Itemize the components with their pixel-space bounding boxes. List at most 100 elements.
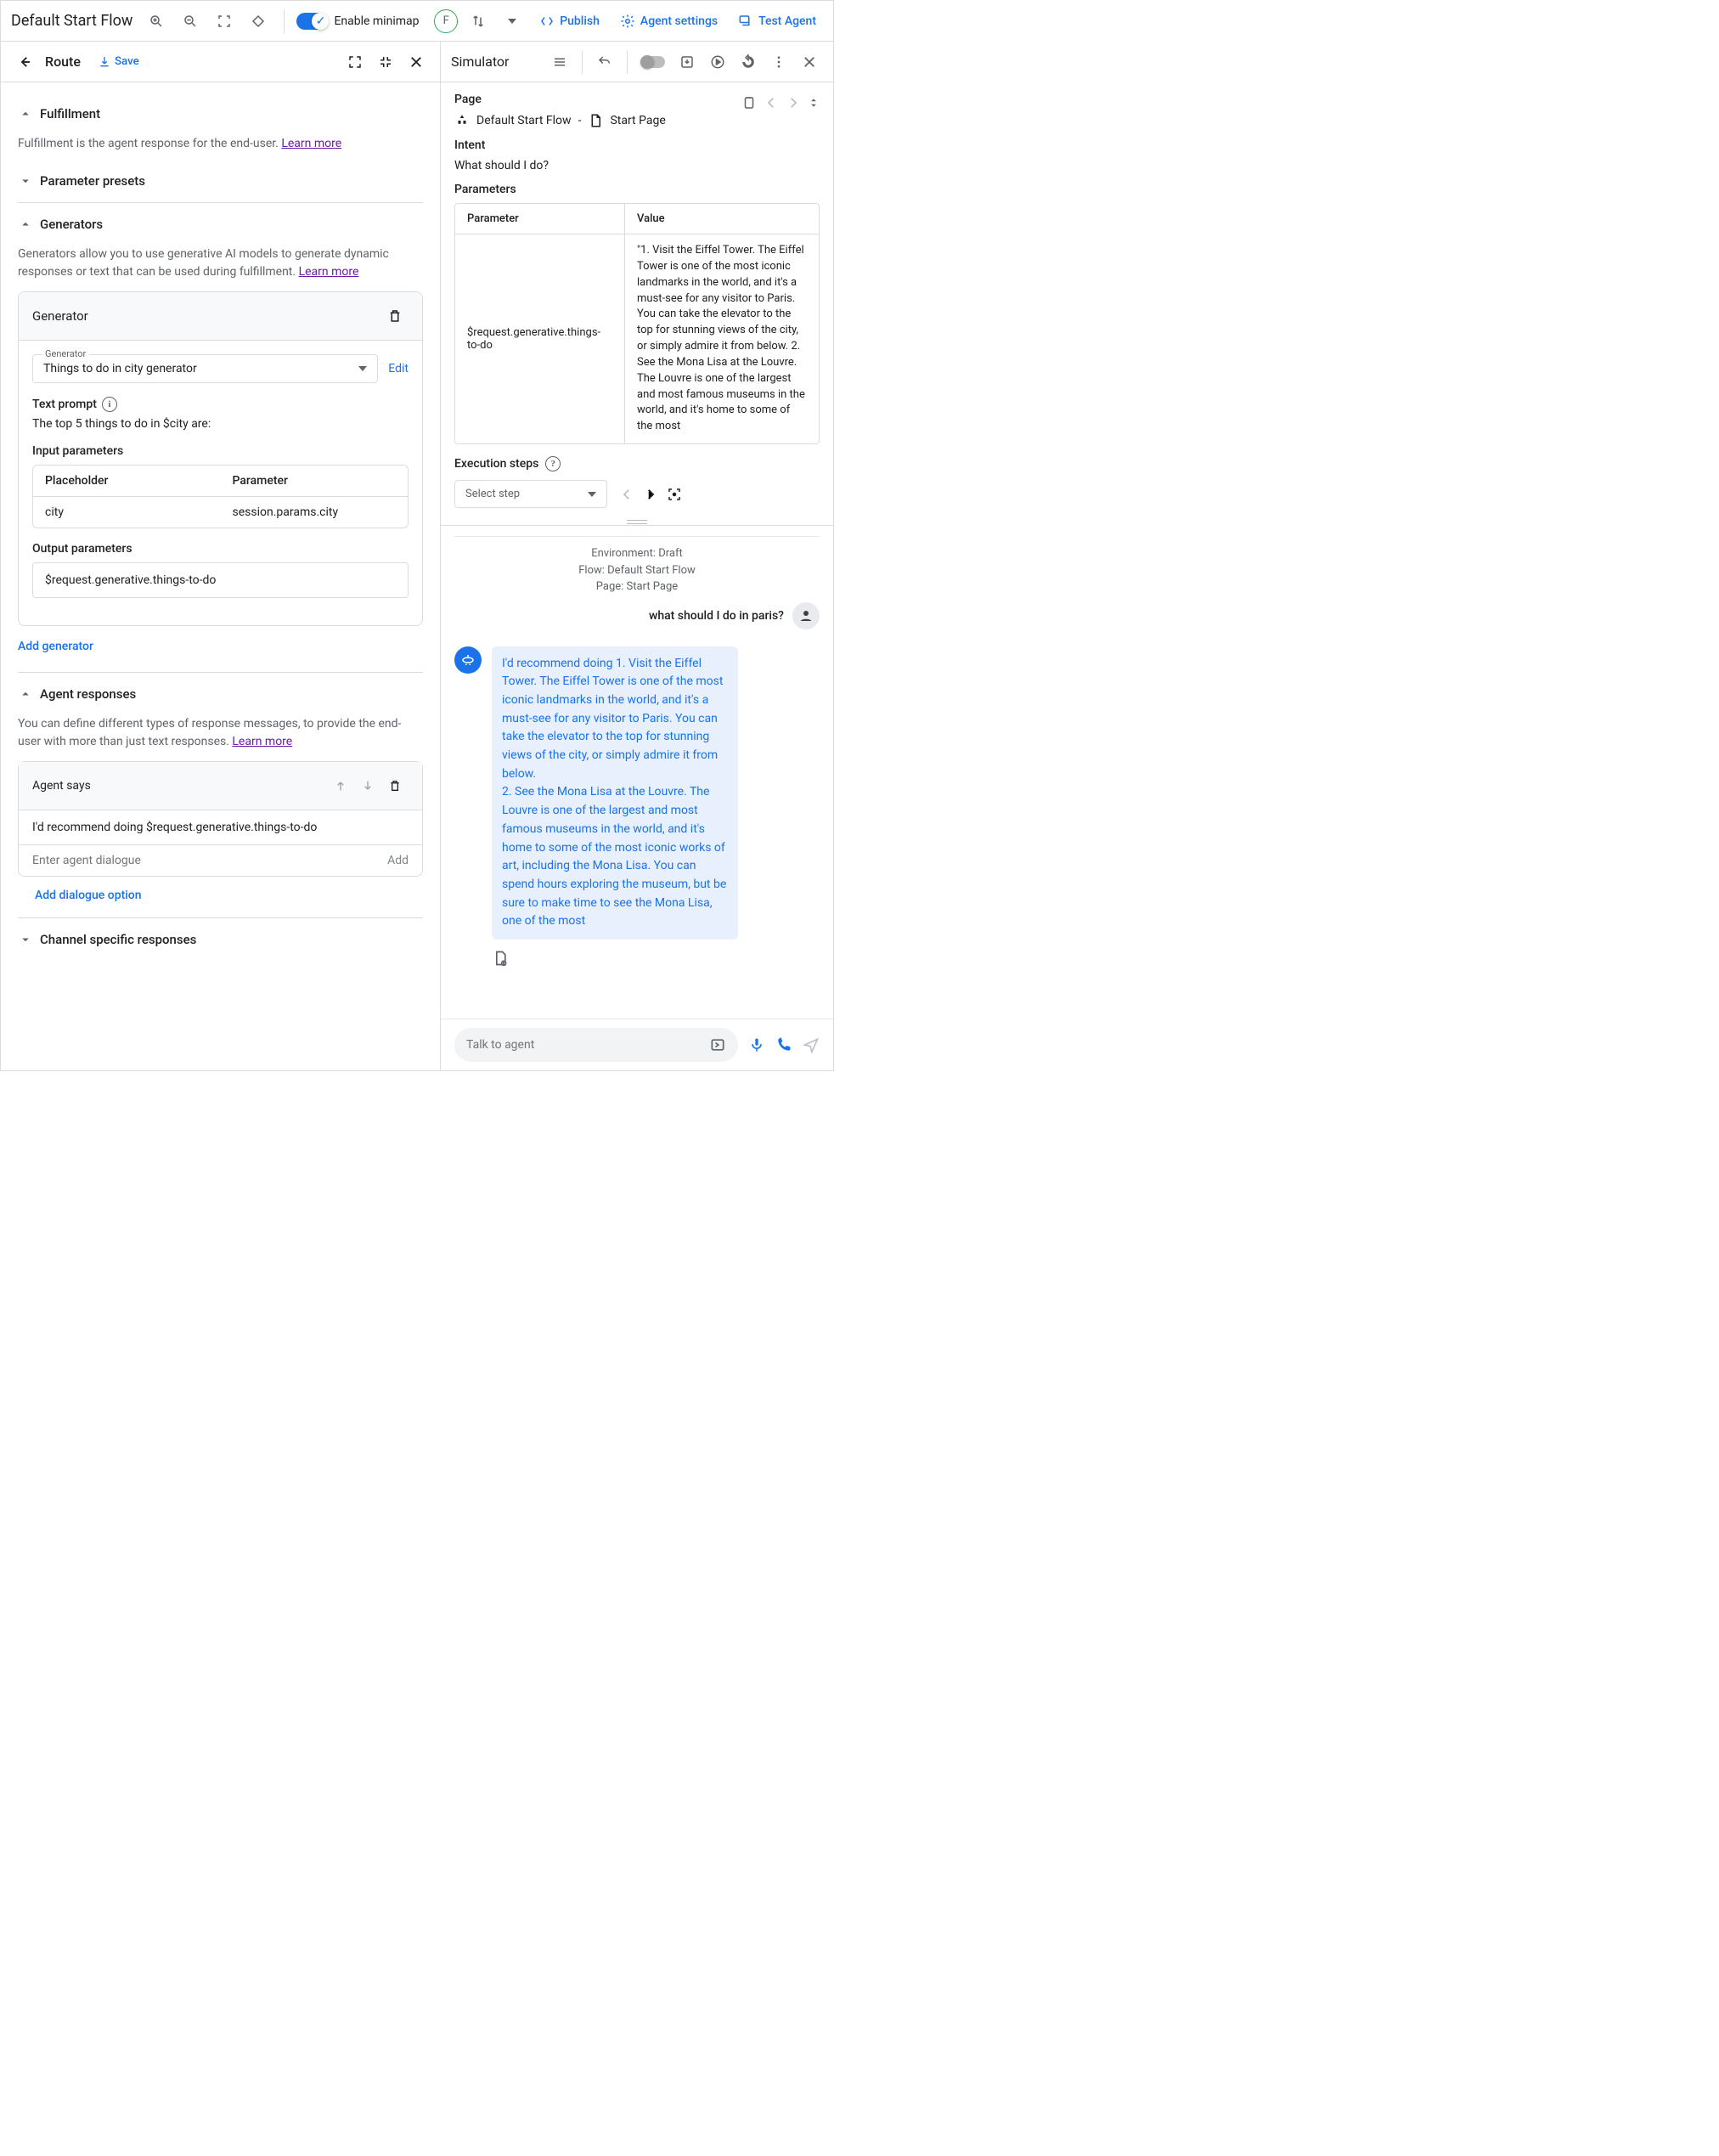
channel-responses-title: Channel specific responses bbox=[40, 932, 196, 947]
parameter-header: Parameter bbox=[221, 466, 409, 496]
output-param-field[interactable]: $request.generative.things-to-do bbox=[32, 562, 409, 598]
chat-input-container bbox=[454, 1028, 738, 1062]
publish-button[interactable]: Publish bbox=[533, 8, 606, 34]
chat-input[interactable] bbox=[466, 1038, 709, 1052]
submit-icon[interactable] bbox=[709, 1036, 726, 1053]
param-value-cell: "1. Visit the Eiffel Tower. The Eiffel T… bbox=[625, 234, 819, 443]
agent-settings-button[interactable]: Agent settings bbox=[613, 8, 724, 34]
param-name-header: Parameter bbox=[455, 204, 624, 234]
placeholder-header: Placeholder bbox=[33, 466, 221, 496]
input-params-table: Placeholder Parameter city session.param… bbox=[32, 465, 409, 528]
minimap-label: Enable minimap bbox=[334, 14, 419, 28]
reset-icon[interactable] bbox=[735, 48, 762, 76]
resize-handle[interactable] bbox=[441, 518, 833, 525]
fulfillment-title: Fulfillment bbox=[40, 106, 100, 121]
agent-says-card: Agent says I'd recommend doing $request.… bbox=[18, 761, 423, 877]
breadcrumb-flow[interactable]: Default Start Flow bbox=[476, 114, 572, 127]
zoom-out-icon[interactable] bbox=[177, 8, 204, 35]
output-params-label: Output parameters bbox=[32, 542, 409, 556]
send-icon[interactable] bbox=[803, 1036, 820, 1053]
agent-avatar-icon bbox=[454, 646, 482, 674]
agent-says-text[interactable]: I'd recommend doing $request.generative.… bbox=[19, 810, 422, 845]
collapse-icon[interactable] bbox=[372, 48, 399, 76]
add-generator-link[interactable]: Add generator bbox=[18, 633, 93, 660]
add-dialogue-option-link[interactable]: Add dialogue option bbox=[18, 877, 423, 914]
divider bbox=[627, 50, 628, 74]
placeholder-cell: city bbox=[33, 497, 221, 528]
prev-page-icon[interactable] bbox=[764, 95, 779, 110]
help-icon[interactable]: ? bbox=[545, 456, 561, 471]
generators-toggle[interactable]: Generators bbox=[18, 206, 423, 242]
minimap-toggle[interactable]: ✓ Enable minimap bbox=[296, 13, 419, 30]
fit-screen-icon[interactable] bbox=[211, 8, 238, 35]
close-simulator-icon[interactable] bbox=[796, 48, 823, 76]
generator-select[interactable]: Generator Things to do in city generator bbox=[32, 354, 378, 383]
simulator-title: Simulator bbox=[451, 54, 509, 70]
back-icon[interactable] bbox=[11, 48, 38, 76]
divider bbox=[582, 50, 583, 74]
sim-toggle[interactable] bbox=[641, 56, 665, 68]
list-icon[interactable] bbox=[546, 48, 573, 76]
download-icon[interactable] bbox=[674, 48, 701, 76]
focus-step-icon[interactable] bbox=[667, 487, 682, 502]
chevron-down-icon bbox=[588, 492, 596, 497]
chevron-down-icon bbox=[358, 366, 367, 371]
page-icon bbox=[588, 113, 603, 128]
clipboard-icon[interactable] bbox=[741, 95, 757, 110]
text-prompt-label: Text prompt bbox=[32, 398, 97, 411]
refresh-layout-icon[interactable] bbox=[245, 8, 272, 35]
move-up-icon[interactable] bbox=[327, 772, 354, 799]
test-agent-button[interactable]: Test Agent bbox=[731, 8, 823, 34]
dropdown-icon[interactable] bbox=[499, 8, 526, 35]
original-response-icon[interactable]: i bbox=[492, 950, 820, 967]
generators-learn-more-link[interactable]: Learn more bbox=[299, 265, 359, 279]
info-icon[interactable]: i bbox=[102, 397, 117, 412]
fulfillment-learn-more-link[interactable]: Learn more bbox=[281, 137, 341, 150]
generators-title: Generators bbox=[40, 217, 103, 232]
agent-dialogue-input[interactable] bbox=[32, 854, 387, 867]
phone-icon[interactable] bbox=[775, 1036, 792, 1053]
move-down-icon[interactable] bbox=[354, 772, 381, 799]
fulfillment-section-toggle[interactable]: Fulfillment bbox=[18, 96, 423, 132]
agent-says-title: Agent says bbox=[32, 779, 91, 793]
delete-generator-icon[interactable] bbox=[381, 302, 409, 330]
select-step-dropdown[interactable]: Select step bbox=[454, 480, 607, 508]
agent-responses-toggle[interactable]: Agent responses bbox=[18, 676, 423, 712]
channel-responses-toggle[interactable]: Channel specific responses bbox=[18, 922, 423, 957]
route-title: Route bbox=[45, 54, 81, 70]
flow-title: Default Start Flow bbox=[11, 12, 132, 30]
param-presets-title: Parameter presets bbox=[40, 173, 145, 189]
agent-responses-title: Agent responses bbox=[40, 686, 136, 702]
user-avatar-icon bbox=[792, 602, 820, 629]
breadcrumb-page[interactable]: Start Page bbox=[610, 114, 665, 127]
generator-select-label: Generator bbox=[42, 348, 89, 359]
prev-step-icon[interactable] bbox=[619, 487, 634, 502]
fulfillment-desc: Fulfillment is the agent response for th… bbox=[18, 135, 423, 153]
sort-icon[interactable] bbox=[465, 8, 492, 35]
generator-edit-link[interactable]: Edit bbox=[388, 362, 409, 375]
user-message: what should I do in paris? bbox=[649, 609, 784, 623]
save-button[interactable]: Save bbox=[98, 55, 139, 69]
flow-icon bbox=[454, 113, 470, 128]
param-presets-toggle[interactable]: Parameter presets bbox=[18, 163, 423, 199]
add-text-button[interactable]: Add bbox=[387, 854, 409, 867]
delete-response-icon[interactable] bbox=[381, 772, 409, 799]
param-name-cell: $request.generative.things-to-do bbox=[455, 234, 624, 443]
agent-responses-learn-link[interactable]: Learn more bbox=[232, 735, 292, 748]
fullscreen-icon[interactable] bbox=[341, 48, 369, 76]
agent-avatar-badge: F bbox=[434, 9, 458, 33]
next-page-icon[interactable] bbox=[786, 95, 801, 110]
zoom-in-icon[interactable] bbox=[143, 8, 170, 35]
sim-intent-label: Intent bbox=[454, 138, 820, 152]
close-icon[interactable] bbox=[403, 48, 430, 76]
exec-steps-label: Execution steps bbox=[454, 457, 538, 471]
sim-params-label: Parameters bbox=[454, 183, 820, 196]
undo-icon[interactable] bbox=[591, 48, 618, 76]
mic-icon[interactable] bbox=[748, 1036, 765, 1053]
next-step-icon[interactable] bbox=[643, 487, 658, 502]
play-icon[interactable] bbox=[704, 48, 731, 76]
breadcrumb: Default Start Flow - Start Page bbox=[454, 113, 820, 128]
collapse-section-icon[interactable] bbox=[808, 95, 820, 110]
more-icon[interactable] bbox=[765, 48, 792, 76]
chat-meta: Environment: Draft Flow: Default Start F… bbox=[454, 545, 820, 595]
